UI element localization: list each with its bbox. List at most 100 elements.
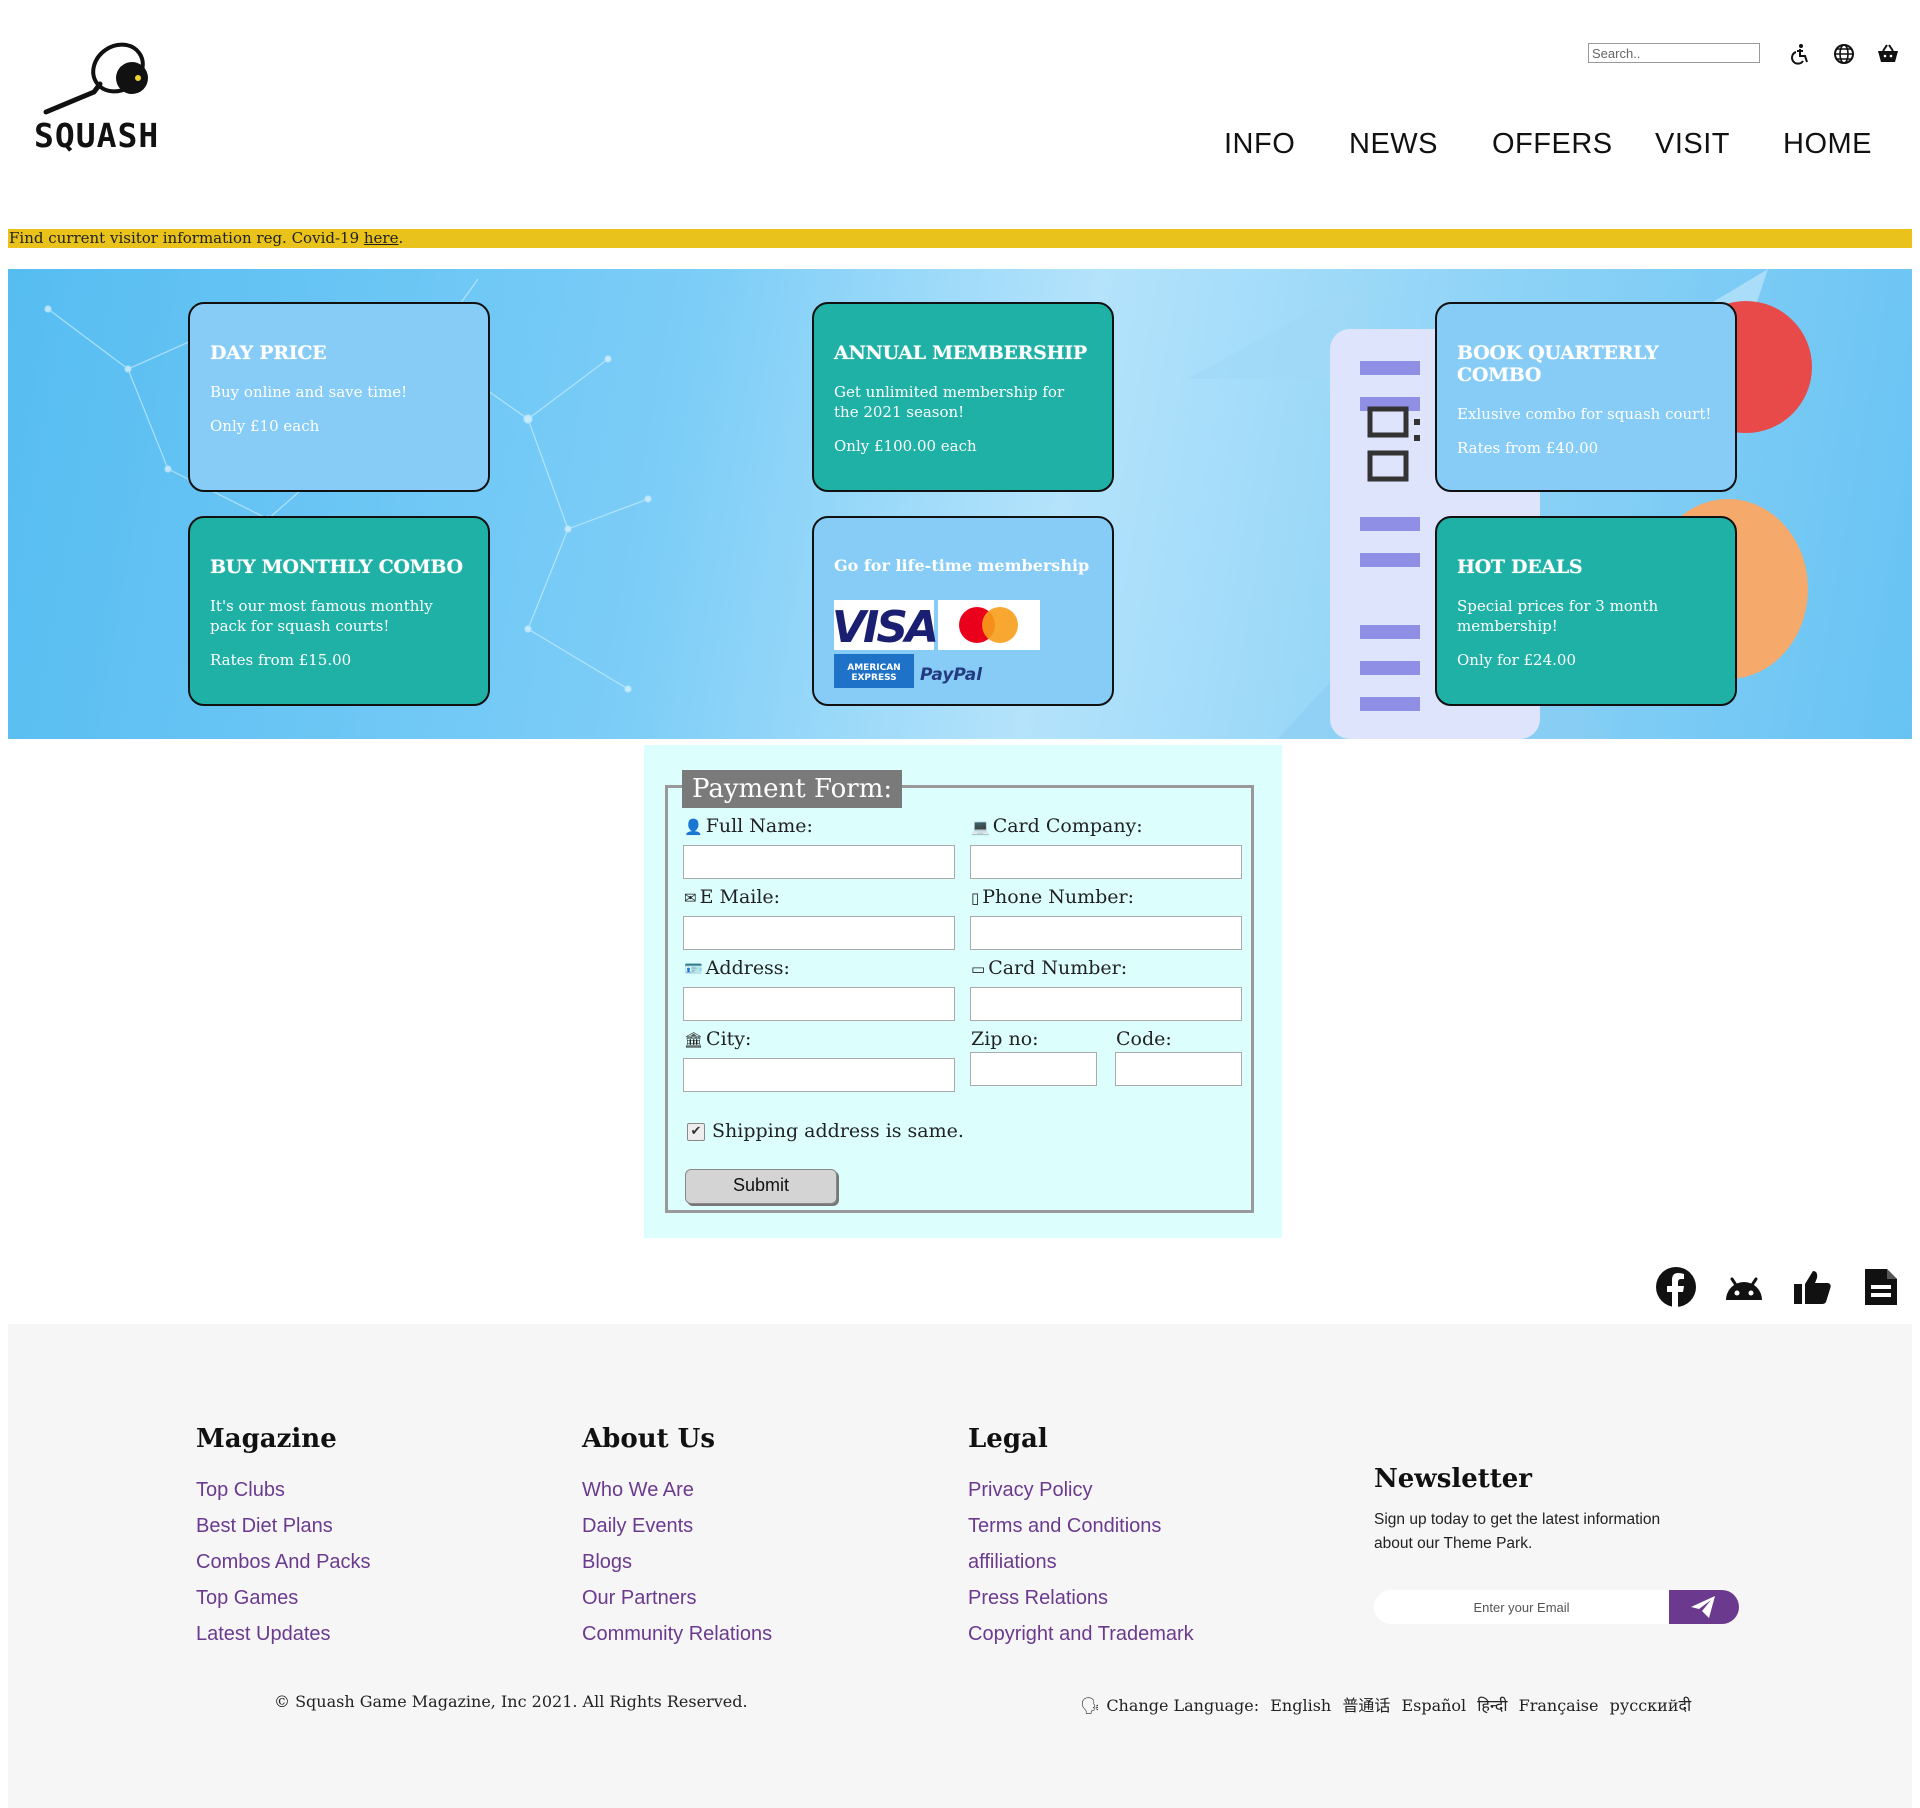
footer-link[interactable]: Who We Are bbox=[582, 1472, 772, 1508]
card-monthly-combo[interactable]: BUY MONTHLY COMBO It's our most famous m… bbox=[188, 516, 490, 706]
newsletter-heading: Newsletter bbox=[1374, 1464, 1533, 1494]
card-text: It's our most famous monthly pack for sq… bbox=[210, 597, 433, 635]
card-price: Only £100.00 each bbox=[834, 437, 977, 455]
search-input[interactable] bbox=[1588, 43, 1760, 63]
card-title: Go for life-time membership bbox=[834, 556, 1090, 575]
code-input[interactable] bbox=[1115, 1052, 1242, 1086]
footer-link[interactable]: Combos And Packs bbox=[196, 1544, 371, 1580]
thumbs-up-icon[interactable] bbox=[1791, 1266, 1833, 1308]
shipping-checkbox[interactable]: ✔ bbox=[687, 1123, 705, 1141]
code-label: Code: bbox=[1116, 1028, 1172, 1050]
email-input[interactable] bbox=[683, 916, 955, 950]
newsletter: Newsletter Sign up today to get the late… bbox=[1374, 1464, 1754, 1624]
document-icon[interactable] bbox=[1859, 1266, 1901, 1308]
card-quarterly-combo[interactable]: BOOK QUARTERLY COMBO Exlusive combo for … bbox=[1435, 302, 1737, 492]
covid-here-link[interactable]: here bbox=[364, 229, 399, 247]
city-input[interactable] bbox=[683, 1058, 955, 1092]
card-text: Exlusive combo for squash court! bbox=[1457, 405, 1712, 423]
accessibility-icon[interactable] bbox=[1788, 42, 1812, 66]
footer-link[interactable]: Copyright and Trademark bbox=[968, 1616, 1194, 1652]
covid-notice-bar: Find current visitor information reg. Co… bbox=[8, 229, 1912, 248]
address-input[interactable] bbox=[683, 987, 955, 1021]
address-label: 🪪 Address: bbox=[684, 957, 790, 979]
language-option[interactable]: русскийदी bbox=[1610, 1696, 1692, 1715]
android-icon[interactable] bbox=[1723, 1266, 1765, 1308]
card-text: Buy online and save time! bbox=[210, 383, 408, 401]
footer-link[interactable]: Terms and Conditions bbox=[968, 1508, 1194, 1544]
credit-card-icon: ▭ bbox=[971, 960, 986, 978]
footer-link[interactable]: Top Games bbox=[196, 1580, 371, 1616]
payment-form-panel: Payment Form: 👤 Full Name: 💻 Card Company:… bbox=[644, 745, 1282, 1238]
card-number-label: ▭ Card Number: bbox=[971, 957, 1128, 979]
language-label: Change Language: bbox=[1106, 1696, 1260, 1715]
newsletter-send-button[interactable] bbox=[1669, 1590, 1739, 1624]
language-option[interactable]: Español bbox=[1401, 1696, 1466, 1715]
footer-link[interactable]: Our Partners bbox=[582, 1580, 772, 1616]
full-name-input[interactable] bbox=[683, 845, 955, 879]
card-text: Special prices for 3 month membership! bbox=[1457, 597, 1659, 635]
basket-icon[interactable] bbox=[1876, 42, 1900, 66]
amex-logo: AMERICAN EXPRESS bbox=[847, 663, 900, 683]
card-lifetime-membership[interactable]: Go for life-time membership VISA AMERICA… bbox=[812, 516, 1114, 706]
nav-news[interactable]: NEWS bbox=[1349, 128, 1438, 161]
footer-about: About Us Who We Are Daily Events Blogs O… bbox=[582, 1424, 772, 1652]
zip-input[interactable] bbox=[970, 1052, 1097, 1086]
bank-icon: 🏛 bbox=[684, 1031, 704, 1049]
nav-visit[interactable]: VISIT bbox=[1655, 128, 1730, 161]
brand-logo[interactable]: SQUASH bbox=[34, 34, 174, 164]
card-price: Only £10 each bbox=[210, 417, 320, 435]
envelope-icon: ✉ bbox=[684, 889, 697, 907]
covid-text: Find current visitor information reg. Co… bbox=[9, 229, 364, 247]
language-option[interactable]: हिन्दी bbox=[1477, 1696, 1507, 1715]
nav-info[interactable]: INFO bbox=[1224, 128, 1295, 161]
footer-link[interactable]: Daily Events bbox=[582, 1508, 772, 1544]
footer-legal: Legal Privacy Policy Terms and Condition… bbox=[968, 1424, 1194, 1652]
footer-link[interactable]: Press Relations bbox=[968, 1580, 1194, 1616]
facebook-icon[interactable] bbox=[1655, 1266, 1697, 1308]
squash-racket-icon bbox=[43, 42, 148, 115]
card-title: DAY PRICE bbox=[210, 342, 327, 364]
mobile-icon: ▯ bbox=[971, 889, 980, 907]
payment-logos: VISA AMERICAN EXPRESS PayPal bbox=[832, 600, 1040, 688]
newsletter-text: Sign up today to get the latest informat… bbox=[1374, 1511, 1661, 1552]
nav-offers[interactable]: OFFERS bbox=[1492, 128, 1613, 161]
zip-label: Zip no: bbox=[971, 1028, 1039, 1050]
card-company-input[interactable] bbox=[970, 845, 1242, 879]
globe-icon[interactable] bbox=[1832, 42, 1856, 66]
footer-magazine: Magazine Top Clubs Best Diet Plans Combo… bbox=[196, 1424, 371, 1652]
laptop-icon: 💻 bbox=[971, 818, 990, 836]
language-option[interactable]: 普通话 bbox=[1342, 1696, 1390, 1715]
card-day-price[interactable]: DAY PRICE Buy online and save time! Only… bbox=[188, 302, 490, 492]
brand-name: SQUASH bbox=[34, 116, 160, 155]
language-switcher: 🗣 Change Language: English 普通话 Español हि… bbox=[1080, 1692, 1697, 1716]
phone-input[interactable] bbox=[970, 916, 1242, 950]
newsletter-email-input[interactable] bbox=[1374, 1590, 1669, 1624]
footer-link[interactable]: Blogs bbox=[582, 1544, 772, 1580]
card-number-input[interactable] bbox=[970, 987, 1242, 1021]
city-label: 🏛 City: bbox=[684, 1028, 752, 1050]
language-option[interactable]: English bbox=[1270, 1696, 1331, 1715]
card-hot-deals[interactable]: HOT DEALS Special prices for 3 month mem… bbox=[1435, 516, 1737, 706]
footer-heading: Legal bbox=[968, 1424, 1048, 1454]
footer-link[interactable]: Latest Updates bbox=[196, 1616, 371, 1652]
nav-home[interactable]: HOME bbox=[1783, 128, 1872, 161]
language-option[interactable]: Française bbox=[1519, 1696, 1599, 1715]
card-title: BUY MONTHLY COMBO bbox=[210, 556, 463, 578]
card-price: Only for £24.00 bbox=[1457, 651, 1577, 669]
footer-link[interactable]: affiliations bbox=[968, 1544, 1194, 1580]
card-title: BOOK QUARTERLY COMBO bbox=[1457, 342, 1659, 386]
copyright-text: © Squash Game Magazine, Inc 2021. All Ri… bbox=[274, 1692, 748, 1711]
user-icon: 👤 bbox=[684, 818, 703, 836]
language-icon: 🗣 bbox=[1080, 1696, 1101, 1715]
footer-link[interactable]: Privacy Policy bbox=[968, 1472, 1194, 1508]
form-legend: Payment Form: bbox=[682, 770, 903, 808]
hero-banner: DAY PRICE Buy online and save time! Only… bbox=[8, 269, 1912, 739]
footer-link[interactable]: Top Clubs bbox=[196, 1472, 371, 1508]
visa-logo: VISA bbox=[834, 602, 936, 653]
card-title: ANNUAL MEMBERSHIP bbox=[834, 342, 1087, 364]
paper-plane-icon bbox=[1691, 1596, 1715, 1618]
footer-link[interactable]: Best Diet Plans bbox=[196, 1508, 371, 1544]
footer-link[interactable]: Community Relations bbox=[582, 1616, 772, 1652]
submit-button[interactable]: Submit bbox=[685, 1169, 837, 1204]
card-annual-membership[interactable]: ANNUAL MEMBERSHIP Get unlimited membersh… bbox=[812, 302, 1114, 492]
